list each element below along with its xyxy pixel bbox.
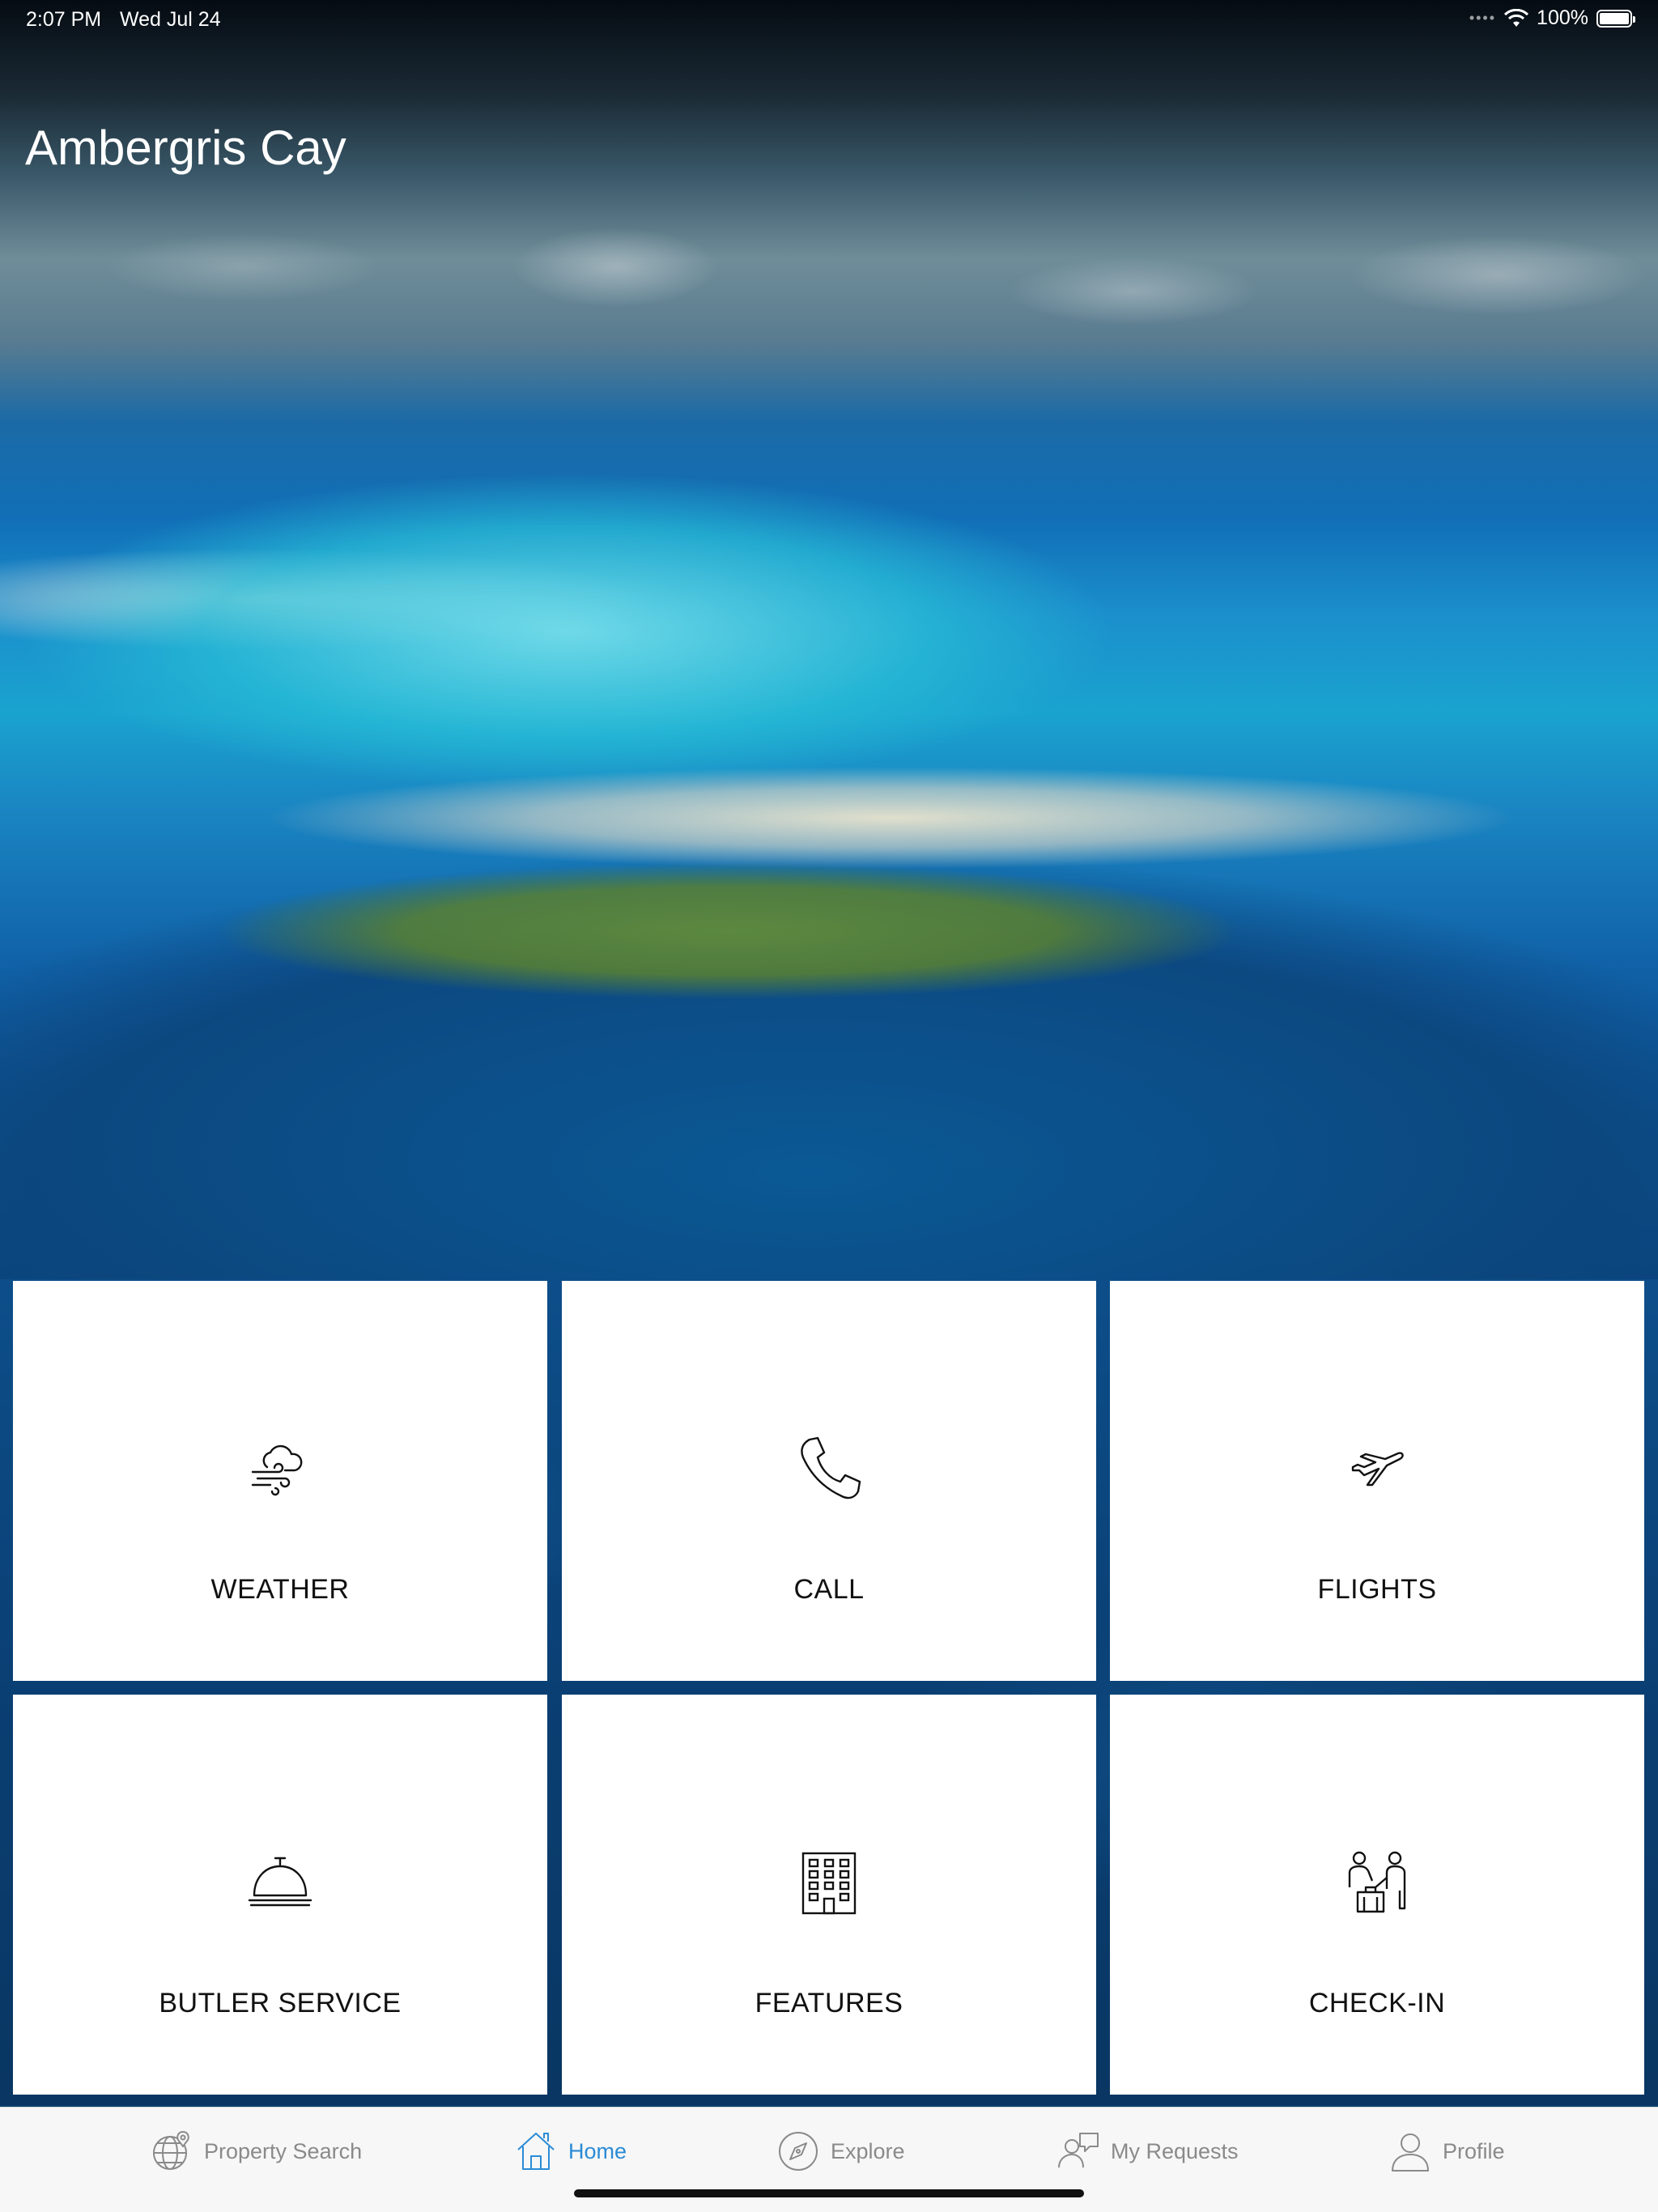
features-tile[interactable]: FEATURES	[562, 1695, 1096, 2095]
compass-icon	[779, 2132, 818, 2171]
tab-home[interactable]: Home	[515, 2125, 627, 2177]
weather-label: WEATHER	[210, 1574, 350, 1605]
tab-explore[interactable]: Explore	[777, 2125, 905, 2177]
features-label: FEATURES	[755, 1988, 903, 2018]
status-indicators: •••• 100%	[1469, 6, 1635, 30]
tab-my-requests-label: My Requests	[1111, 2138, 1239, 2163]
tab-my-requests[interactable]: My Requests	[1057, 2125, 1239, 2177]
page-title: Ambergris Cay	[25, 121, 346, 175]
chat-person-icon	[1058, 2133, 1099, 2168]
globe-icon	[153, 2130, 189, 2170]
signal-icon: ••••	[1469, 10, 1497, 26]
status-date: Wed Jul 24	[120, 8, 221, 31]
butler-service-tile[interactable]: BUTLER SERVICE	[13, 1695, 547, 2095]
building-icon	[801, 1852, 857, 1915]
weather-cloud-wind-icon	[251, 1444, 303, 1496]
tab-property-search[interactable]: Property Search	[151, 2125, 362, 2177]
call-tile[interactable]: CALL	[562, 1281, 1096, 1681]
house-icon	[517, 2133, 555, 2170]
flights-tile[interactable]: FLIGHTS	[1110, 1281, 1644, 1681]
tab-profile-label: Profile	[1443, 2138, 1505, 2163]
tab-profile[interactable]: Profile	[1389, 2125, 1505, 2177]
hero-clouds	[0, 0, 1658, 405]
battery-percent: 100%	[1537, 6, 1588, 29]
status-bar: 2:07 PM Wed Jul 24 •••• 100%	[0, 0, 1658, 39]
service-bell-icon	[248, 1857, 312, 1907]
tab-property-search-label: Property Search	[204, 2138, 363, 2163]
person-icon	[1392, 2133, 1429, 2172]
butler-service-label: BUTLER SERVICE	[159, 1988, 402, 2018]
tab-home-label: Home	[568, 2138, 627, 2163]
call-label: CALL	[793, 1574, 865, 1605]
battery-icon	[1596, 9, 1635, 28]
tab-explore-label: Explore	[831, 2138, 905, 2163]
check-in-luggage-icon	[1348, 1851, 1406, 1913]
airplane-icon	[1351, 1452, 1404, 1487]
phone-icon	[801, 1436, 861, 1499]
status-time: 2:07 PM	[26, 8, 102, 31]
flights-label: FLIGHTS	[1317, 1574, 1437, 1605]
check-in-label: CHECK-IN	[1308, 1988, 1446, 2018]
check-in-tile[interactable]: CHECK-IN	[1110, 1695, 1644, 2095]
weather-tile[interactable]: WEATHER	[13, 1281, 547, 1681]
home-indicator[interactable]	[574, 2189, 1084, 2197]
wifi-icon	[1504, 8, 1529, 27]
